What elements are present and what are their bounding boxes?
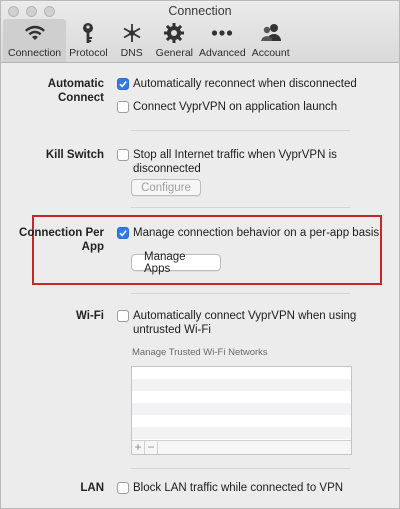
- trusted-networks-list[interactable]: + −: [131, 366, 352, 455]
- block-lan-option[interactable]: Block LAN traffic while connected to VPN: [117, 481, 363, 495]
- block-lan-checkbox[interactable]: [117, 482, 129, 494]
- per-app-text: Manage connection behavior on a per-app …: [133, 227, 380, 239]
- tab-account-label: Account: [251, 47, 290, 59]
- tab-dns-label: DNS: [120, 47, 143, 59]
- per-app-option[interactable]: Manage connection behavior on a per-app …: [117, 226, 383, 240]
- auto-reconnect-text: Automatically reconnect when disconnecte…: [133, 78, 357, 90]
- gear-icon: [162, 21, 186, 45]
- block-lan-text: Block LAN traffic while connected to VPN: [133, 482, 344, 494]
- kill-switch-checkbox[interactable]: [117, 149, 129, 161]
- tab-general-label: General: [155, 47, 194, 59]
- auto-reconnect-checkbox[interactable]: [117, 78, 129, 90]
- auto-reconnect-option[interactable]: Automatically reconnect when disconnecte…: [117, 77, 363, 91]
- wifi-auto-connect-option[interactable]: Automatically connect VyprVPN when using…: [117, 309, 358, 337]
- kill-switch-label: Kill Switch: [45, 149, 104, 161]
- section-divider: [131, 468, 350, 469]
- more-dots-icon: [210, 21, 234, 45]
- wifi-auto-connect-checkbox[interactable]: [117, 310, 129, 322]
- wifi-label: Wi-Fi: [76, 310, 104, 322]
- connect-on-launch-checkbox[interactable]: [117, 101, 129, 113]
- add-network-button[interactable]: +: [132, 441, 145, 454]
- kill-switch-option[interactable]: Stop all Internet traffic when VyprVPN i…: [117, 148, 358, 176]
- toolbar-tabs: Connection Protocol DNS General Advanced…: [3, 19, 293, 62]
- connect-on-launch-text: Connect VyprVPN on application launch: [133, 101, 338, 113]
- kill-switch-text: Stop all Internet traffic when VyprVPN i…: [133, 149, 337, 175]
- per-app-checkbox[interactable]: [117, 227, 129, 239]
- section-divider: [131, 130, 350, 131]
- tab-protocol-label: Protocol: [69, 47, 108, 59]
- tab-connection-label: Connection: [8, 47, 62, 59]
- trusted-networks-caption: Manage Trusted Wi-Fi Networks: [132, 347, 268, 358]
- automatic-connect-label: Automatic Connect: [47, 78, 104, 104]
- tab-connection[interactable]: Connection: [3, 19, 67, 62]
- wifi-auto-connect-text: Automatically connect VyprVPN when using…: [133, 310, 357, 336]
- connection-per-app-label: Connection Per App: [19, 227, 104, 253]
- tab-account[interactable]: Account: [249, 19, 293, 62]
- window-title: Connection: [168, 4, 232, 18]
- tab-dns[interactable]: DNS: [111, 19, 153, 62]
- manage-apps-button[interactable]: Manage Apps: [131, 251, 221, 275]
- title-bar: Connection Connection Protocol DNS Gener…: [1, 1, 399, 63]
- key-icon: [76, 21, 100, 45]
- dns-asterisk-icon: [120, 21, 144, 45]
- tab-protocol[interactable]: Protocol: [66, 19, 111, 62]
- configure-button[interactable]: Configure: [131, 179, 201, 196]
- account-users-icon: [259, 21, 283, 45]
- wifi-icon: [23, 21, 47, 45]
- lan-label: LAN: [80, 482, 104, 494]
- section-divider: [131, 293, 350, 294]
- tab-advanced[interactable]: Advanced: [196, 19, 249, 62]
- section-divider: [131, 207, 350, 208]
- list-footer: + −: [132, 440, 351, 454]
- tab-advanced-label: Advanced: [199, 47, 246, 59]
- tab-general[interactable]: General: [153, 19, 196, 62]
- preferences-window: Connection Connection Protocol DNS Gener…: [0, 0, 400, 509]
- connect-on-launch-option[interactable]: Connect VyprVPN on application launch: [117, 100, 363, 114]
- remove-network-button[interactable]: −: [145, 441, 158, 454]
